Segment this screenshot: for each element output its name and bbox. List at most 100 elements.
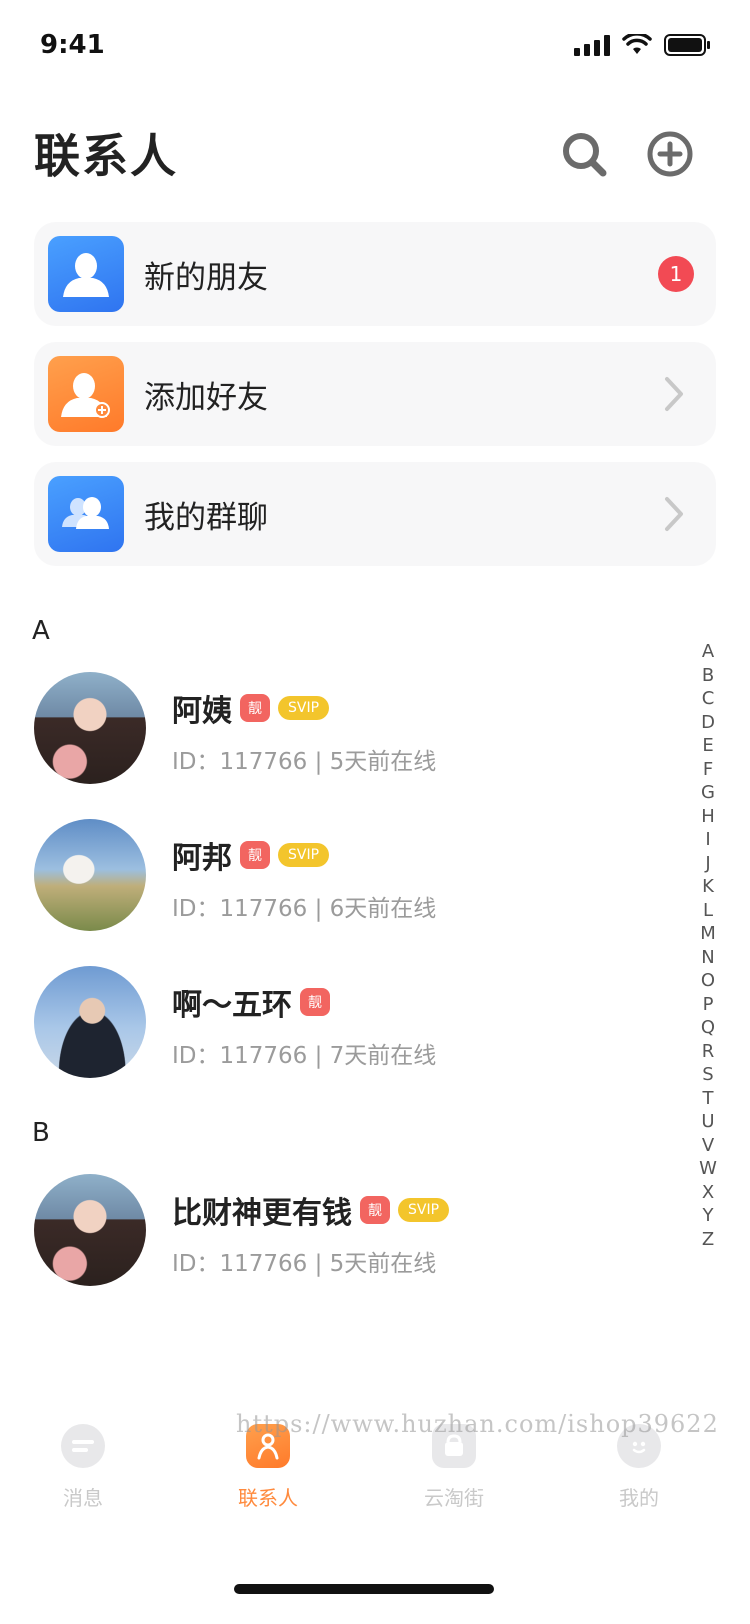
menu-add-friend[interactable]: 添加好友 <box>34 342 716 446</box>
status-bar: 9:41 <box>0 0 750 96</box>
alphabet-index-letter[interactable]: X <box>702 1181 714 1205</box>
separator: | <box>314 1251 330 1277</box>
alphabet-index-letter[interactable]: T <box>703 1087 714 1111</box>
contact-name-row: 比财神更有钱 靓 SVIP <box>172 1188 450 1232</box>
contact-name-row: 阿姨 靓 SVIP <box>172 686 330 730</box>
alphabet-index-letter[interactable]: D <box>701 711 715 735</box>
add-button[interactable] <box>644 128 696 180</box>
tag-liang: 靓 <box>300 988 330 1016</box>
tag-svip: SVIP <box>278 843 330 867</box>
alphabet-index-letter[interactable]: N <box>701 946 714 970</box>
contact-status: 6天前在线 <box>329 896 437 922</box>
chevron-right-icon <box>665 497 683 531</box>
tag-svip: SVIP <box>278 696 330 720</box>
separator: | <box>314 1043 330 1069</box>
cellular-signal-icon <box>574 34 610 56</box>
contact-status: 5天前在线 <box>329 1251 437 1277</box>
tag-liang: 靓 <box>240 841 270 869</box>
avatar <box>34 1174 146 1286</box>
tab-messages[interactable]: 消息 <box>8 1410 158 1530</box>
tab-label: 云淘街 <box>424 1486 484 1510</box>
contact-name-row: 啊～五环 靓 <box>172 980 330 1024</box>
alphabet-index-letter[interactable]: P <box>703 993 714 1017</box>
alphabet-index-letter[interactable]: J <box>705 852 710 876</box>
menu-label: 添加好友 <box>144 380 268 416</box>
alphabet-index-letter[interactable]: V <box>702 1134 714 1158</box>
contact-name: 阿邦 <box>172 841 232 876</box>
contact-meta: ID：117766 | 7天前在线 <box>172 1036 436 1070</box>
person-icon <box>48 236 124 312</box>
avatar <box>34 966 146 1078</box>
alphabet-index-letter[interactable]: O <box>701 969 715 993</box>
contact-name: 阿姨 <box>172 694 232 729</box>
home-indicator <box>234 1584 494 1594</box>
alphabet-index-letter[interactable]: C <box>702 687 715 711</box>
notification-badge: 1 <box>658 256 694 292</box>
alphabet-index-letter[interactable]: G <box>701 781 715 805</box>
tab-label: 联系人 <box>238 1486 298 1510</box>
alphabet-index-letter[interactable]: R <box>702 1040 715 1064</box>
add-person-icon <box>48 356 124 432</box>
contact-id: ID：117766 <box>172 1043 308 1069</box>
alphabet-index-letter[interactable]: F <box>703 758 713 782</box>
menu-label: 新的朋友 <box>144 260 268 296</box>
separator: | <box>314 749 330 775</box>
alphabet-index-letter[interactable]: M <box>700 922 716 946</box>
alphabet-index-letter[interactable]: W <box>699 1157 717 1181</box>
contact-name: 啊～五环 <box>172 988 292 1023</box>
contact-item[interactable]: 啊～五环 靓 ID：117766 | 7天前在线 <box>34 966 634 1078</box>
search-button[interactable] <box>558 128 610 180</box>
menu-my-groups[interactable]: 我的群聊 <box>34 462 716 566</box>
message-icon <box>61 1424 105 1468</box>
search-icon <box>563 133 607 177</box>
tag-liang: 靓 <box>240 694 270 722</box>
alphabet-index-letter[interactable]: S <box>702 1063 713 1087</box>
menu-label: 我的群聊 <box>144 500 268 536</box>
tab-label: 消息 <box>63 1486 103 1510</box>
alphabet-index-letter[interactable]: A <box>702 640 714 664</box>
alphabet-index-letter[interactable]: U <box>701 1110 714 1134</box>
alphabet-index-letter[interactable]: Q <box>701 1016 715 1040</box>
contact-name: 比财神更有钱 <box>172 1196 352 1231</box>
alphabet-index-letter[interactable]: H <box>701 805 715 829</box>
avatar <box>34 672 146 784</box>
contact-status: 7天前在线 <box>329 1043 437 1069</box>
section-header-b: B <box>32 1118 50 1148</box>
tab-label: 我的 <box>619 1486 659 1510</box>
contact-id: ID：117766 <box>172 749 308 775</box>
contact-item[interactable]: 阿邦 靓 SVIP ID：117766 | 6天前在线 <box>34 819 634 931</box>
contact-meta: ID：117766 | 6天前在线 <box>172 889 436 923</box>
plus-circle-icon <box>647 131 693 177</box>
status-time: 9:41 <box>40 30 105 60</box>
tag-svip: SVIP <box>398 1198 450 1222</box>
section-header-a: A <box>32 616 50 646</box>
group-icon <box>48 476 124 552</box>
alphabet-index[interactable]: ABCDEFGHIJKLMNOPQRSTUVWXYZ <box>696 640 720 1251</box>
menu-new-friends[interactable]: 新的朋友 1 <box>34 222 716 326</box>
contact-meta: ID：117766 | 5天前在线 <box>172 742 436 776</box>
contact-id: ID：117766 <box>172 1251 308 1277</box>
alphabet-index-letter[interactable]: L <box>703 899 713 923</box>
alphabet-index-letter[interactable]: E <box>702 734 713 758</box>
alphabet-index-letter[interactable]: B <box>702 664 714 688</box>
page-title: 联系人 <box>34 129 178 183</box>
separator: | <box>314 896 330 922</box>
wifi-icon <box>622 34 652 54</box>
chevron-right-icon <box>665 377 683 411</box>
tag-liang: 靓 <box>360 1196 390 1224</box>
alphabet-index-letter[interactable]: Z <box>702 1228 714 1252</box>
alphabet-index-letter[interactable]: Y <box>703 1204 714 1228</box>
alphabet-index-letter[interactable]: I <box>705 828 710 852</box>
contact-item[interactable]: 比财神更有钱 靓 SVIP ID：117766 | 5天前在线 <box>34 1174 634 1286</box>
contact-status: 5天前在线 <box>329 749 437 775</box>
contact-id: ID：117766 <box>172 896 308 922</box>
battery-icon <box>664 34 710 56</box>
contact-meta: ID：117766 | 5天前在线 <box>172 1244 436 1278</box>
avatar <box>34 819 146 931</box>
contact-item[interactable]: 阿姨 靓 SVIP ID：117766 | 5天前在线 <box>34 672 634 784</box>
header: 联系人 <box>0 118 750 198</box>
alphabet-index-letter[interactable]: K <box>702 875 714 899</box>
status-icons <box>574 34 710 56</box>
watermark: https://www.huzhan.com/ishop39622 <box>236 1410 719 1438</box>
contact-name-row: 阿邦 靓 SVIP <box>172 833 330 877</box>
